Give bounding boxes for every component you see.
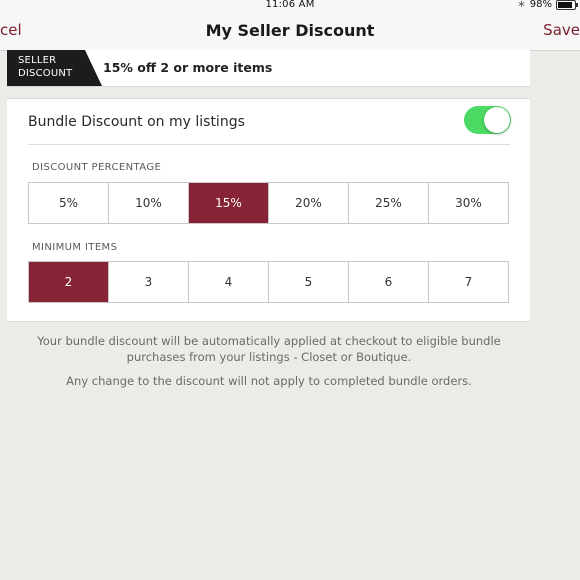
discount-option-15[interactable]: 15%: [189, 183, 269, 223]
minimum-items-option-6[interactable]: 6: [349, 262, 429, 302]
seller-discount-tag-label: SELLER DISCOUNT: [18, 55, 73, 79]
minimum-items-label: MINIMUM ITEMS: [32, 242, 118, 253]
discount-percentage-selector: 5% 10% 15% 20% 25% 30%: [28, 182, 509, 224]
minimum-items-option-7[interactable]: 7: [429, 262, 508, 302]
divider: [28, 144, 510, 145]
bluetooth-icon: ∗: [517, 0, 526, 10]
discount-summary: 15% off 2 or more items: [103, 60, 273, 75]
page-title: My Seller Discount: [205, 21, 375, 40]
minimum-items-selector: 2 3 4 5 6 7: [28, 261, 509, 303]
bundle-discount-toggle[interactable]: [464, 106, 511, 134]
minimum-items-option-4[interactable]: 4: [189, 262, 269, 302]
minimum-items-option-3[interactable]: 3: [109, 262, 189, 302]
discount-option-20[interactable]: 20%: [269, 183, 349, 223]
bundle-discount-card: Bundle Discount on my listings DISCOUNT …: [7, 98, 530, 322]
battery-icon: [556, 0, 578, 10]
status-indicators: ∗ 98%: [517, 0, 578, 10]
discount-option-10[interactable]: 10%: [109, 183, 189, 223]
bundle-discount-label: Bundle Discount on my listings: [28, 114, 245, 130]
discount-percentage-label: DISCOUNT PERCENTAGE: [32, 162, 162, 173]
minimum-items-option-2[interactable]: 2: [29, 262, 109, 302]
discount-option-30[interactable]: 30%: [429, 183, 508, 223]
minimum-items-option-5[interactable]: 5: [269, 262, 349, 302]
discount-option-25[interactable]: 25%: [349, 183, 429, 223]
save-button[interactable]: Save: [543, 21, 580, 39]
seller-discount-tag: SELLER DISCOUNT: [7, 50, 102, 86]
bundle-info-text: Your bundle discount will be automatical…: [37, 334, 501, 364]
status-bar: 11:06 AM ∗ 98%: [0, 0, 580, 12]
toggle-knob: [484, 107, 510, 133]
seller-discount-banner: SELLER DISCOUNT 15% off 2 or more items: [7, 50, 530, 87]
status-time: 11:06 AM: [265, 0, 315, 10]
navigation-bar: cel My Seller Discount Save: [0, 12, 580, 51]
discount-option-5[interactable]: 5%: [29, 183, 109, 223]
battery-percentage: 98%: [529, 0, 552, 10]
bundle-disclaimer-text: Any change to the discount will not appl…: [66, 374, 472, 388]
